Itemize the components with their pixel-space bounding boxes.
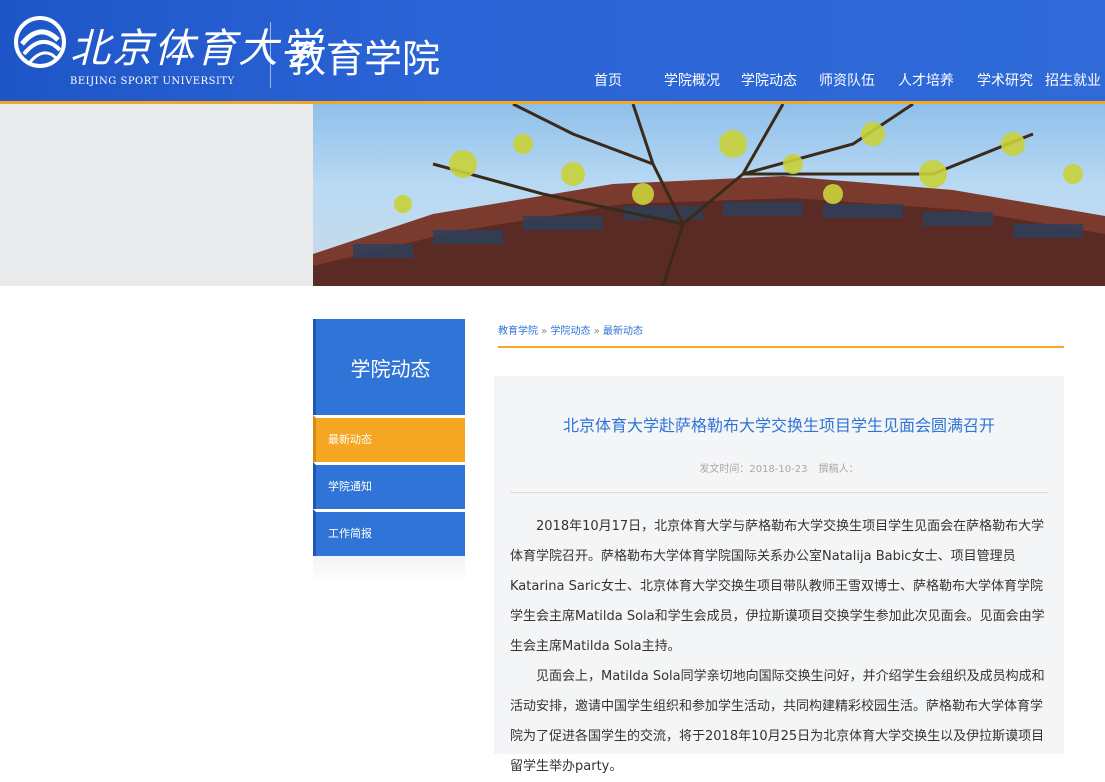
breadcrumb-separator: » [593, 326, 600, 337]
article-meta: 发文时间：2018-10-23 撰稿人： [494, 460, 1064, 475]
nav-news[interactable]: 学院动态 [741, 70, 797, 90]
breadcrumb-separator: » [541, 326, 548, 337]
article-divider [510, 492, 1048, 493]
sidebar-item-latest-news[interactable]: 最新动态 [313, 415, 465, 462]
sidebar: 学院动态 最新动态 学院通知 工作简报 [313, 319, 465, 582]
logo-chinese-name: 北京体育大学 [70, 26, 322, 72]
nav-education[interactable]: 人才培养 [898, 70, 954, 90]
article-title: 北京体育大学赴萨格勒布大学交换生项目学生见面会圆满召开 [562, 416, 995, 435]
site-header: 北京体育大学 BEIJING SPORT UNIVERSITY 教育学院 首页 … [0, 0, 1105, 104]
article-body: 2018年10月17日，北京体育大学与萨格勒布大学交换生项目学生见面会在萨格勒布… [510, 512, 1050, 782]
breadcrumb-college[interactable]: 教育学院 [498, 326, 538, 337]
article-paragraph: 2018年10月17日，北京体育大学与萨格勒布大学交换生项目学生见面会在萨格勒布… [510, 519, 1045, 654]
university-emblem-icon [14, 16, 66, 68]
sidebar-item-briefings[interactable]: 工作简报 [313, 509, 465, 556]
nav-home[interactable]: 首页 [594, 70, 622, 90]
article-author: 撰稿人： [818, 464, 859, 475]
nav-overview[interactable]: 学院概况 [664, 70, 720, 90]
breadcrumb: 教育学院 » 学院动态 » 最新动态 [498, 322, 1064, 348]
breadcrumb-news[interactable]: 学院动态 [551, 326, 591, 337]
sidebar-title: 学院动态 [313, 319, 465, 415]
campus-banner-graphic [313, 104, 1105, 286]
article-date: 发文时间：2018-10-23 [699, 464, 808, 475]
main-nav: 首页 学院概况 学院动态 师资队伍 人才培养 学术研究 招生就业 [0, 70, 1105, 100]
nav-admission[interactable]: 招生就业 [1045, 70, 1101, 90]
banner-side-fill [0, 104, 313, 286]
breadcrumb-latest[interactable]: 最新动态 [603, 326, 643, 337]
sidebar-shadow [313, 556, 465, 582]
sidebar-item-notices[interactable]: 学院通知 [313, 462, 465, 509]
nav-faculty[interactable]: 师资队伍 [819, 70, 875, 90]
article-paragraph: 见面会上，Matilda Sola同学亲切地向国际交换生问好，并介绍学生会组织及… [510, 669, 1045, 774]
article: 北京体育大学赴萨格勒布大学交换生项目学生见面会圆满召开 发文时间：2018-10… [494, 376, 1064, 774]
campus-banner-image [313, 104, 1105, 286]
nav-research[interactable]: 学术研究 [977, 70, 1033, 90]
